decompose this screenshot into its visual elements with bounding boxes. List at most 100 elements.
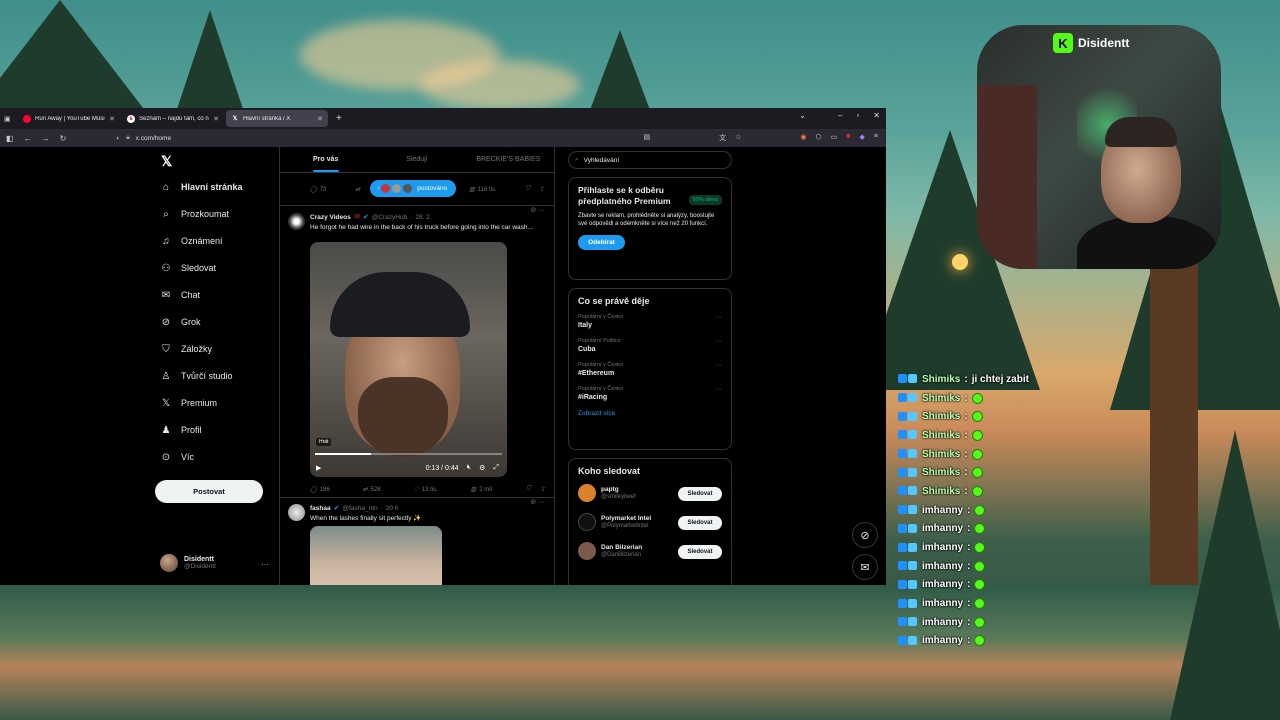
nav-item-notifications[interactable]: ♫ Oznámení [160, 235, 222, 247]
nav-item-explore[interactable]: ⌕ Prozkoumat [160, 208, 229, 220]
reload-icon[interactable]: ↻ [60, 134, 67, 143]
close-window-icon[interactable]: ✕ [873, 111, 880, 120]
nav-item-profile[interactable]: ♟ Profil [160, 424, 202, 436]
tweet-crazy-videos[interactable]: Crazy Videos 18 ✔ @CrazyHub · 28. 2. ⊘ ·… [280, 205, 555, 495]
extension-icon-2[interactable]: ■ [846, 133, 850, 143]
chat-username[interactable]: imhanny [922, 617, 963, 628]
menu-icon[interactable]: ≡ [874, 133, 878, 143]
chat-username[interactable]: Shimiks [922, 486, 960, 497]
chat-username[interactable]: Shimiks [922, 411, 960, 422]
nav-item-more[interactable]: ⊙ Víc [160, 451, 194, 463]
more-dots-icon[interactable]: ··· [715, 314, 722, 321]
nav-item-follow[interactable]: ⚇ Sledovat [160, 262, 217, 274]
nav-item-creator-studio[interactable]: ♙ Tvůrčí studio [160, 370, 233, 382]
chat-username[interactable]: Shimiks [922, 393, 960, 404]
new-posts-pill[interactable]: ↑ postováno [370, 180, 457, 197]
views-button[interactable]: ▥ 116 tis. [469, 186, 497, 194]
chat-username[interactable]: imhanny [922, 579, 963, 590]
tweet-fashaa[interactable]: fashaa ✔ @fasha_ntn · 20 h ⊘ ··· When th… [280, 497, 555, 585]
close-tab-icon[interactable]: ✕ [317, 115, 323, 123]
chat-username[interactable]: Shimiks [922, 374, 960, 385]
chat-username[interactable]: imhanny [922, 561, 963, 572]
nav-item-home[interactable]: ⌂ Hlavní stránka [160, 181, 243, 193]
follow-suggestion[interactable]: paptg @smileybeef Sledovat [578, 484, 722, 502]
trend-item[interactable]: Populární Politics Cuba ··· [578, 338, 722, 353]
account-switcher[interactable]: Disidentt @Disidentt [160, 554, 216, 572]
like-button[interactable]: ♡ 13 tis. [413, 486, 437, 494]
tab-x-home[interactable]: 𝕏 Hlavní stránka / X ✕ [226, 110, 328, 127]
messages-float-button[interactable]: ✉ [852, 554, 878, 580]
reader-icon[interactable]: ▤ [644, 133, 651, 143]
close-tab-icon[interactable]: ✕ [109, 115, 115, 123]
forward-icon[interactable]: → [42, 134, 50, 143]
extension-icon[interactable]: ◉ [800, 133, 806, 143]
nav-item-premium[interactable]: 𝕏 Premium [160, 397, 217, 409]
nav-item-grok[interactable]: ⊘ Grok [160, 316, 201, 328]
tweet-image[interactable] [310, 526, 442, 585]
close-tab-icon[interactable]: ✕ [213, 115, 219, 123]
reply-button[interactable]: ◯ 186 [310, 486, 330, 494]
tab-following[interactable]: Sledují [371, 147, 462, 172]
search-input[interactable]: ⌕ Vyhledávání [568, 151, 732, 169]
tab-list[interactable]: BRECKIE'S BABIES [463, 147, 554, 172]
fullscreen-icon[interactable]: ⤢ [493, 464, 499, 472]
chat-username[interactable]: Shimiks [922, 430, 960, 441]
back-icon[interactable]: ← [24, 134, 32, 143]
translate-icon[interactable]: 文 [719, 133, 726, 143]
views-button[interactable]: ▥ 2 mil. [471, 486, 494, 494]
tab-list-icon[interactable]: ▣ [4, 115, 16, 123]
settings-icon[interactable]: ⚙ [479, 464, 485, 472]
show-more-link[interactable]: Zobrazit více [578, 410, 722, 417]
trend-item[interactable]: Populární v Česko Italy ··· [578, 314, 722, 329]
repost-button[interactable]: ⇄ 528 [363, 486, 381, 494]
tab-seznam[interactable]: s Seznam – najdu tam, co nezná… ✕ [122, 110, 224, 127]
tab-youtube-music[interactable]: Run Away | YouTube Music ✕ [18, 110, 120, 127]
subscribe-button[interactable]: Odebírat [578, 235, 625, 250]
post-button[interactable]: Postovat [155, 480, 263, 503]
more-dots-icon[interactable]: ··· [715, 338, 722, 345]
nav-item-chat[interactable]: ✉ Chat [160, 289, 200, 301]
repost-button[interactable]: ⇄ [355, 186, 360, 193]
chat-username[interactable]: Shimiks [922, 449, 960, 460]
more-dots-icon[interactable]: ··· [715, 362, 722, 369]
chat-username[interactable]: imhanny [922, 505, 963, 516]
follow-button[interactable]: Sledovat [678, 516, 722, 530]
follow-button[interactable]: Sledovat [678, 487, 722, 501]
chat-username[interactable]: imhanny [922, 523, 963, 534]
tab-overflow-icon[interactable]: ⌄ [799, 111, 806, 120]
more-dots-icon[interactable]: ··· [261, 560, 269, 569]
video-player[interactable]: Hrát ▶ 0:13 / 0:44 🔇︎ ⚙ ⤢ [310, 242, 507, 477]
reply-button[interactable]: ◯ 73 [310, 186, 326, 194]
sidebar-toggle-icon[interactable]: ◧ [6, 134, 14, 143]
minimize-icon[interactable]: – [838, 111, 842, 120]
tweet-author[interactable]: fashaa [310, 505, 331, 512]
video-progress-bar[interactable] [315, 453, 502, 455]
bookmark-button[interactable]: ⛉ ⇪ [526, 486, 545, 493]
bookmark-button[interactable]: ⛉ ⇪ [525, 186, 544, 193]
follow-suggestion[interactable]: Polymarket Intel @PolymarketIntel Sledova… [578, 513, 722, 531]
x-logo-icon[interactable]: 𝕏 [161, 153, 172, 170]
tab-for-you[interactable]: Pro vás [280, 147, 371, 172]
more-dots-icon[interactable]: ··· [715, 386, 722, 393]
grok-float-button[interactable]: ⊘ [852, 522, 878, 548]
nav-item-bookmarks[interactable]: ⛉ Záložky [160, 343, 212, 355]
follow-suggestion[interactable]: Dan Bilzerian @DanBilzerian Sledovat [578, 542, 722, 560]
more-dots-icon[interactable]: ⊘ ··· [530, 498, 545, 506]
chat-username[interactable]: imhanny [922, 598, 963, 609]
trend-item[interactable]: Populární v Česko #Ethereum ··· [578, 362, 722, 377]
trend-item[interactable]: Populární v Česko #iRacing ··· [578, 386, 722, 401]
account-icon[interactable]: ◆ [860, 133, 865, 143]
follow-button[interactable]: Sledovat [678, 545, 722, 559]
puzzle-icon[interactable]: ⬡ [816, 133, 822, 143]
address-bar[interactable]: ◐ 🔒︎ x.com/home [116, 134, 171, 142]
chat-username[interactable]: imhanny [922, 542, 963, 553]
tweet-author[interactable]: Crazy Videos [310, 214, 351, 221]
chat-username[interactable]: Shimiks [922, 467, 960, 478]
play-icon[interactable]: ▶ [316, 464, 321, 472]
mute-icon[interactable]: 🔇︎ [467, 464, 471, 472]
more-dots-icon[interactable]: ⊘ ··· [530, 206, 545, 214]
bookmark-star-icon[interactable]: ☆ [735, 133, 741, 143]
maximize-icon[interactable]: ▫ [856, 111, 859, 120]
chat-username[interactable]: imhanny [922, 635, 963, 646]
new-tab-icon[interactable]: + [330, 113, 348, 124]
